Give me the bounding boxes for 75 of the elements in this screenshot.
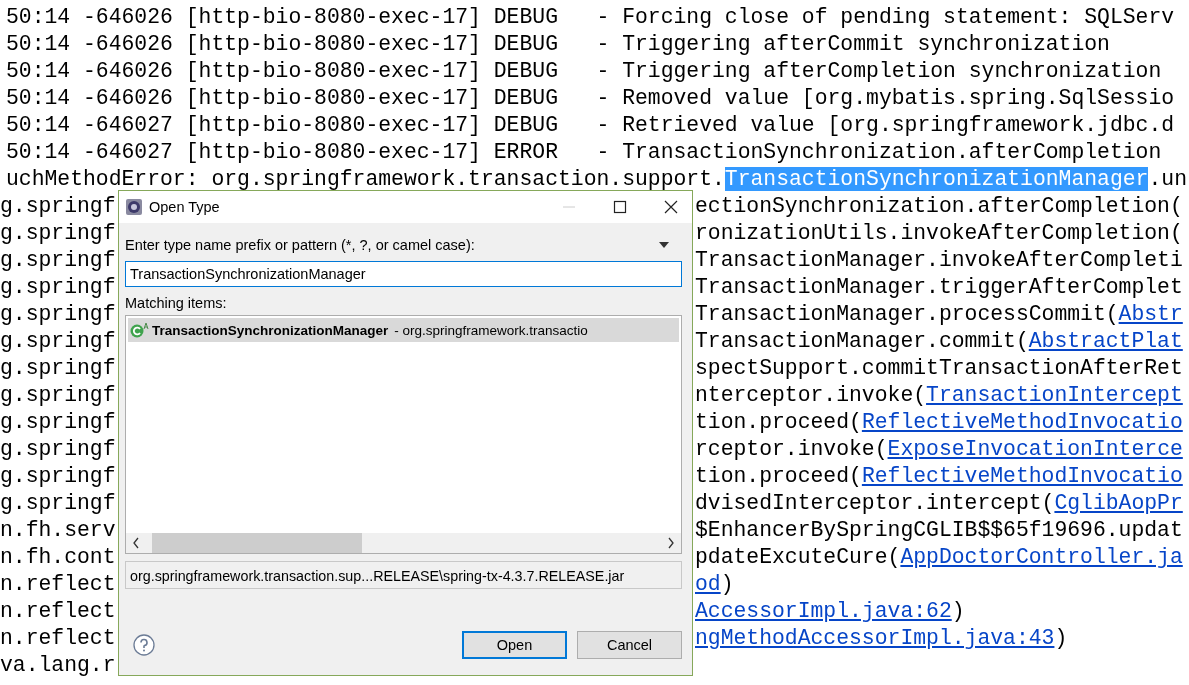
class-icon (130, 322, 150, 338)
console-link[interactable]: ReflectiveMethodInvocatio (861, 410, 1183, 434)
log-text: g.springf (0, 302, 116, 326)
dialog-button[interactable]: Cancel (577, 631, 682, 659)
log-text: n.fh.cont (0, 545, 116, 569)
log-text: $EnhancerBySpringCGLIB$$65f19696.updat (695, 518, 1183, 542)
maximize-icon[interactable] (613, 200, 627, 214)
log-text: nterceptor.invoke( (695, 383, 927, 407)
console-link[interactable]: ExposeInvocationInterce (887, 437, 1183, 461)
log-text: dvisedInterceptor.intercept( (695, 491, 1055, 515)
log-text: .un (1148, 167, 1187, 191)
log-text: n.fh.serv (0, 518, 116, 542)
matching-items-label: Matching items: (125, 295, 228, 311)
dialog-button[interactable]: Open (462, 631, 567, 659)
help-icon[interactable] (133, 634, 155, 656)
log-text: 50:14 -646026 [http-bio-8080-exec-17] DEBUG - Removed value [org.mybatis.spring.SqlSessio (6, 86, 1175, 110)
log-text: TransactionManager.triggerAfterComplet (695, 275, 1183, 299)
log-text: n.reflect (0, 626, 116, 650)
log-text: pdateExcuteCure( (695, 545, 901, 569)
log-text: TransactionManager.processCommit( (695, 302, 1119, 326)
scroll-thumb[interactable] (152, 533, 362, 553)
console-link[interactable]: ngMethodAccessorImpl.java:43 (695, 626, 1055, 650)
console-link[interactable]: AbstractPlat (1028, 329, 1183, 353)
scroll-left-icon[interactable] (132, 537, 140, 549)
log-text: g.springf (0, 437, 116, 461)
log-text: ) (1054, 626, 1068, 650)
log-text: g.springf (0, 491, 116, 515)
log-text: 50:14 -646026 [http-bio-8080-exec-17] DEBUG - Forcing close of pending statement: SQLServ (6, 5, 1175, 29)
log-text: tion.proceed( (695, 464, 862, 488)
log-text: TransactionManager.invokeAfterCompleti (695, 248, 1183, 272)
log-text: va.lang.r (0, 653, 116, 677)
console-link[interactable]: ReflectiveMethodInvocatio (861, 464, 1183, 488)
log-text: 50:14 -646026 [http-bio-8080-exec-17] DEBUG - Triggering afterCompletion synchronization (6, 59, 1162, 83)
pattern-field[interactable]: TransactionSynchronizationManager (125, 261, 682, 287)
type-name: TransactionSynchronizationManager (152, 322, 389, 338)
log-text: g.springf (0, 329, 116, 353)
horizontal-scrollbar[interactable] (126, 533, 681, 553)
close-icon[interactable] (664, 200, 678, 214)
log-text: g.springf (0, 383, 116, 407)
log-text: g.springf (0, 194, 116, 218)
selected-text: TransactionSynchronizationManager (724, 167, 1149, 191)
log-text: n.reflect (0, 599, 116, 623)
log-text: tion.proceed( (695, 410, 862, 434)
console-link[interactable]: AccessorImpl.java:62 (695, 599, 952, 623)
scroll-right-icon[interactable] (667, 537, 675, 549)
log-text: g.springf (0, 410, 116, 434)
log-text: spectSupport.commitTransactionAfterRet (695, 356, 1183, 380)
log-text: rceptor.invoke( (695, 437, 888, 461)
list-item[interactable]: TransactionSynchronizationManager - org.springframework.transactio (128, 318, 679, 342)
location-field: org.springframework.transaction.sup...RELEASE\spring-tx-4.3.7.RELEASE.jar (125, 561, 682, 589)
window-title: Open Type (149, 199, 220, 215)
log-text: TransactionManager.commit( (695, 329, 1029, 353)
dropdown-arrow-icon[interactable] (658, 241, 670, 249)
app-icon (125, 198, 143, 216)
log-text: n.reflect (0, 572, 116, 596)
console-link[interactable]: Abstr (1118, 302, 1183, 326)
console-link[interactable]: AppDoctorController.ja (900, 545, 1183, 569)
log-text: ectionSynchronization.afterCompletion( (695, 194, 1183, 218)
log-text: g.springf (0, 221, 116, 245)
log-text: 50:14 -646027 [http-bio-8080-exec-17] DEBUG - Retrieved value [org.springframework.jdbc.d (6, 113, 1175, 137)
log-text: ) (951, 599, 965, 623)
prompt-label: Enter type name prefix or pattern (*, ?, or camel case): (125, 237, 475, 253)
console-link[interactable]: od (695, 572, 721, 596)
log-text: uchMethodError: org.springframework.transaction.support. (6, 167, 725, 191)
log-text: ronizationUtils.invokeAfterCompletion( (695, 221, 1183, 245)
log-text: ) (720, 572, 734, 596)
log-text: g.springf (0, 356, 116, 380)
console-link[interactable]: CglibAopPr (1054, 491, 1183, 515)
log-text: 50:14 -646026 [http-bio-8080-exec-17] DEBUG - Triggering afterCommit synchronization (6, 32, 1110, 56)
log-text: g.springf (0, 464, 116, 488)
log-text: g.springf (0, 275, 116, 299)
log-text: 50:14 -646027 [http-bio-8080-exec-17] ERROR - TransactionSynchronization.afterCompletion (6, 140, 1162, 164)
log-text: g.springf (0, 248, 116, 272)
package-name: - org.springframework.transactio (394, 322, 588, 338)
console-link[interactable]: TransactionIntercept (926, 383, 1183, 407)
